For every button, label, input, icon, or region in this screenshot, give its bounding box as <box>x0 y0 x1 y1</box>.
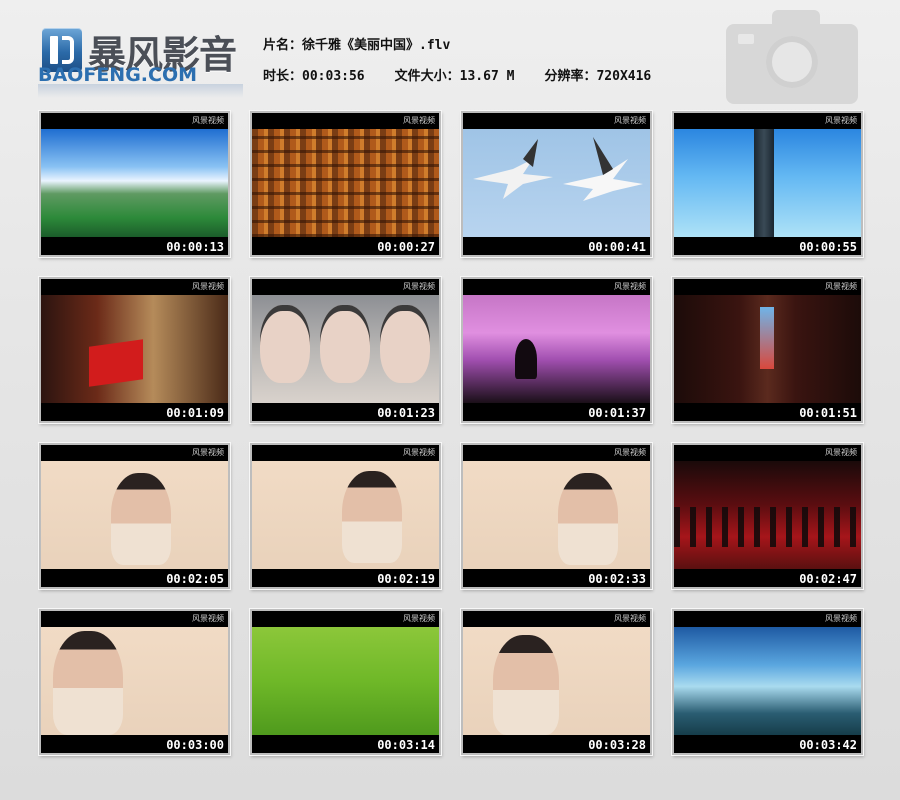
thumbnail-timestamp: 00:01:37 <box>588 406 646 420</box>
thumbnail[interactable]: 风景视频 00:00:27 <box>250 111 441 257</box>
baofeng-logo: 暴风影音 BAOFENG.COM <box>38 26 243 98</box>
file-size-value: 13.67 M <box>459 69 515 84</box>
watermark: 风景视频 <box>825 448 857 457</box>
thumbnail-image <box>41 461 228 569</box>
thumbnail-timestamp: 00:03:14 <box>377 738 435 752</box>
thumbnail-timestamp: 00:03:42 <box>799 738 857 752</box>
thumbnail-timestamp: 00:02:19 <box>377 572 435 586</box>
thumbnail[interactable]: 风景视频 00:03:14 <box>250 609 441 755</box>
watermark: 风景视频 <box>403 116 435 125</box>
watermark: 风景视频 <box>403 282 435 291</box>
thumbnail-image <box>41 627 228 735</box>
thumbnail-image <box>252 627 439 735</box>
file-stats-row: 时长：00:03:56 文件大小：13.67 M 分辨率：720X416 <box>263 65 651 85</box>
watermark: 风景视频 <box>403 614 435 623</box>
watermark: 风景视频 <box>825 614 857 623</box>
watermark: 风景视频 <box>614 448 646 457</box>
thumbnail[interactable]: 风景视频 00:03:28 <box>461 609 652 755</box>
thumbnail-image <box>252 295 439 403</box>
thumbnail[interactable]: 风景视频 00:01:09 <box>39 277 230 423</box>
thumbnail[interactable]: 风景视频 00:02:19 <box>250 443 441 589</box>
thumbnail[interactable]: 风景视频 00:01:37 <box>461 277 652 423</box>
thumbnail-image <box>41 295 228 403</box>
thumbnail-timestamp: 00:02:33 <box>588 572 646 586</box>
thumbnail-timestamp: 00:01:09 <box>166 406 224 420</box>
thumbnail[interactable]: 风景视频 00:01:51 <box>672 277 863 423</box>
file-name-label: 片名： <box>263 38 303 53</box>
cranes-art <box>473 137 643 201</box>
thumbnail[interactable]: 风景视频 00:01:23 <box>250 277 441 423</box>
watermark: 风景视频 <box>192 614 224 623</box>
thumbnail-image <box>463 129 650 237</box>
watermark: 风景视频 <box>825 116 857 125</box>
watermark: 风景视频 <box>614 116 646 125</box>
thumbnail-image <box>674 627 861 735</box>
header: 暴风影音 BAOFENG.COM 片名：徐千雅《美丽中国》.flv 时长：00:… <box>0 0 900 104</box>
resolution-value: 720X416 <box>596 69 652 84</box>
thumbnail-timestamp: 00:00:55 <box>799 240 857 254</box>
thumbnail-image <box>463 627 650 735</box>
watermark: 风景视频 <box>192 282 224 291</box>
brand-subtitle: BAOFENG.COM <box>38 64 198 86</box>
thumbnail-image <box>252 461 439 569</box>
logo-reflection <box>38 84 243 98</box>
thumbnail-timestamp: 00:03:00 <box>166 738 224 752</box>
thumbnail-image <box>41 129 228 237</box>
thumbnail[interactable]: 风景视频 00:03:42 <box>672 609 863 755</box>
thumbnail-timestamp: 00:01:23 <box>377 406 435 420</box>
thumbnail-timestamp: 00:03:28 <box>588 738 646 752</box>
duration-value: 00:03:56 <box>302 69 365 84</box>
thumbnail-image <box>463 295 650 403</box>
thumbnail-timestamp: 00:00:27 <box>377 240 435 254</box>
file-name-row: 片名：徐千雅《美丽中国》.flv <box>263 34 450 54</box>
thumbnail[interactable]: 风景视频 00:02:05 <box>39 443 230 589</box>
thumbnail-timestamp: 00:02:05 <box>166 572 224 586</box>
thumbnail-image <box>252 129 439 237</box>
file-size-label: 文件大小： <box>394 69 460 84</box>
thumbnail-image <box>674 295 861 403</box>
thumbnail-image <box>674 461 861 569</box>
watermark: 风景视频 <box>825 282 857 291</box>
thumbnail-image <box>674 129 861 237</box>
thumbnail[interactable]: 风景视频 00:00:13 <box>39 111 230 257</box>
thumbnail[interactable]: 风景视频 00:00:55 <box>672 111 863 257</box>
thumbnail-image <box>463 461 650 569</box>
thumbnail[interactable]: 风景视频 00:03:00 <box>39 609 230 755</box>
file-name-value: 徐千雅《美丽中国》.flv <box>302 38 451 53</box>
watermark: 风景视频 <box>192 448 224 457</box>
watermark: 风景视频 <box>614 614 646 623</box>
camera-icon <box>726 10 858 104</box>
watermark: 风景视频 <box>614 282 646 291</box>
thumbnail-timestamp: 00:02:47 <box>799 572 857 586</box>
thumbnail[interactable]: 风景视频 00:02:47 <box>672 443 863 589</box>
thumbnail[interactable]: 风景视频 00:00:41 <box>461 111 652 257</box>
watermark: 风景视频 <box>403 448 435 457</box>
thumbnail-timestamp: 00:00:13 <box>166 240 224 254</box>
watermark: 风景视频 <box>192 116 224 125</box>
thumbnail-timestamp: 00:01:51 <box>799 406 857 420</box>
duration-label: 时长： <box>263 69 303 84</box>
resolution-label: 分辨率： <box>544 69 597 84</box>
thumbnail[interactable]: 风景视频 00:02:33 <box>461 443 652 589</box>
thumbnail-timestamp: 00:00:41 <box>588 240 646 254</box>
